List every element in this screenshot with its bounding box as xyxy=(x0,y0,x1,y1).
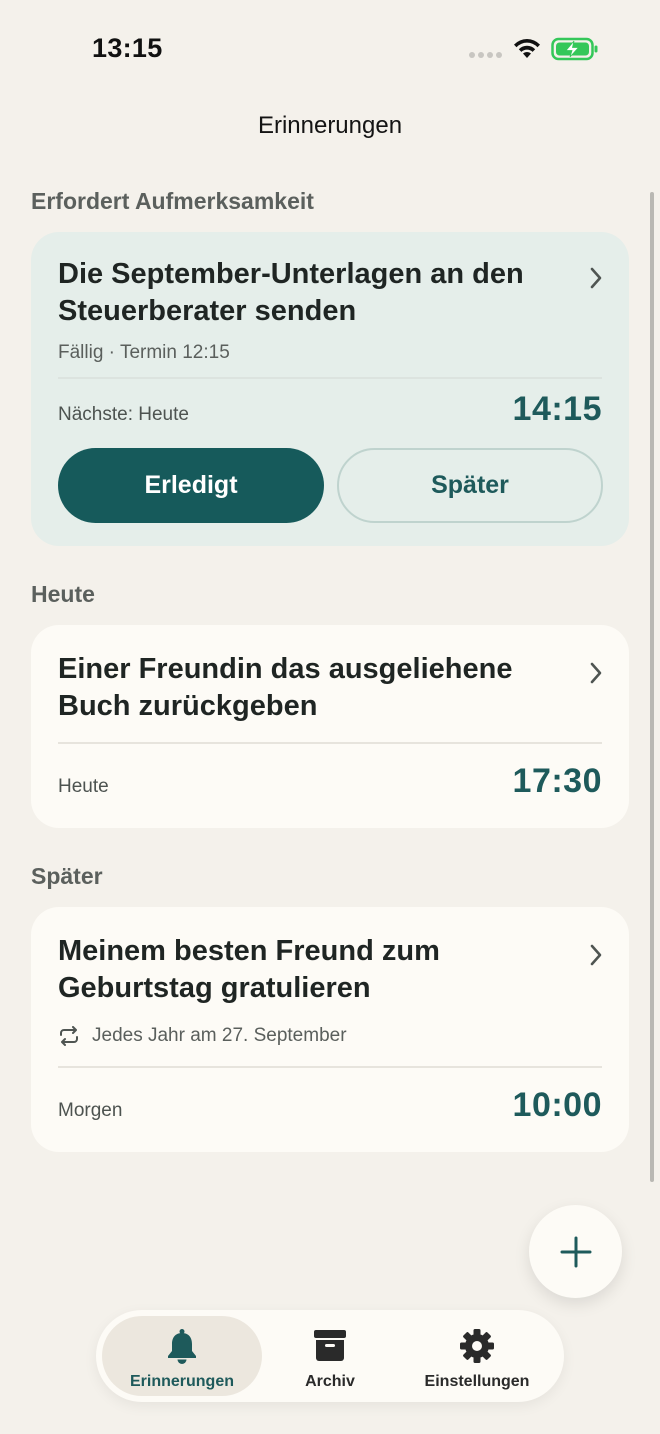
tab-settings[interactable]: Einstellungen xyxy=(402,1316,552,1396)
divider xyxy=(58,1066,602,1068)
wifi-icon xyxy=(514,39,540,58)
reminder-card-attention[interactable]: Die September-Unterlagen an den Steuerbe… xyxy=(31,232,629,546)
reminder-time: 14:15 xyxy=(512,390,602,428)
done-button[interactable]: Erledigt xyxy=(58,448,324,523)
reminder-card-later[interactable]: Meinem besten Freund zum Geburtstag grat… xyxy=(31,907,629,1152)
chevron-right-icon[interactable] xyxy=(589,266,603,290)
page-title: Erinnerungen xyxy=(257,112,403,139)
bell-icon xyxy=(168,1329,196,1364)
archive-box-icon xyxy=(314,1330,346,1361)
chevron-right-icon[interactable] xyxy=(589,943,603,967)
later-button[interactable]: Später xyxy=(337,448,603,523)
scroll-indicator[interactable] xyxy=(650,192,654,1182)
repeat-label: Jedes Jahr am 27. September xyxy=(92,1025,347,1046)
section-header-later: Später xyxy=(31,863,103,889)
reminder-title: Meinem besten Freund zum Geburtstag grat… xyxy=(58,935,440,1004)
add-reminder-button[interactable] xyxy=(529,1205,622,1298)
battery-charging-icon xyxy=(551,37,598,61)
tab-label: Einstellungen xyxy=(424,1373,530,1390)
reminder-status: Fällig · Termin 12:15 xyxy=(58,342,230,363)
tab-label: Archiv xyxy=(305,1373,355,1390)
reminder-next: Nächste: Heute xyxy=(58,404,189,425)
reminder-due: Morgen xyxy=(58,1100,123,1121)
repeat-icon xyxy=(60,1026,78,1046)
repeat-info: Jedes Jahr am 27. September xyxy=(58,1025,347,1047)
section-header-today: Heute xyxy=(31,581,95,607)
chevron-right-icon[interactable] xyxy=(589,661,603,685)
tab-archive[interactable]: Archiv xyxy=(262,1316,398,1396)
section-header-attention: Erfordert Aufmerksamkeit xyxy=(31,188,314,214)
divider xyxy=(58,742,602,744)
reminder-due: Heute xyxy=(58,776,109,797)
status-bar: 13:15 xyxy=(0,0,660,96)
tab-reminders[interactable]: Erinnerungen xyxy=(102,1316,262,1396)
divider xyxy=(58,377,602,379)
tab-label: Erinnerungen xyxy=(129,1373,234,1390)
reminder-title: Einer Freundin das ausgeliehene Buch zur… xyxy=(58,653,513,722)
reminder-title: Die September-Unterlagen an den Steuerbe… xyxy=(58,258,524,327)
reminder-card-today[interactable]: Einer Freundin das ausgeliehene Buch zur… xyxy=(31,625,629,828)
reminder-time: 17:30 xyxy=(512,762,602,800)
gear-icon xyxy=(460,1329,494,1363)
status-time: 13:15 xyxy=(92,33,163,63)
plus-icon xyxy=(560,1236,591,1267)
cellular-signal-icon xyxy=(469,52,502,58)
tab-bar: Erinnerungen Archiv Einstellungen xyxy=(96,1310,564,1402)
reminder-time: 10:00 xyxy=(512,1086,602,1124)
